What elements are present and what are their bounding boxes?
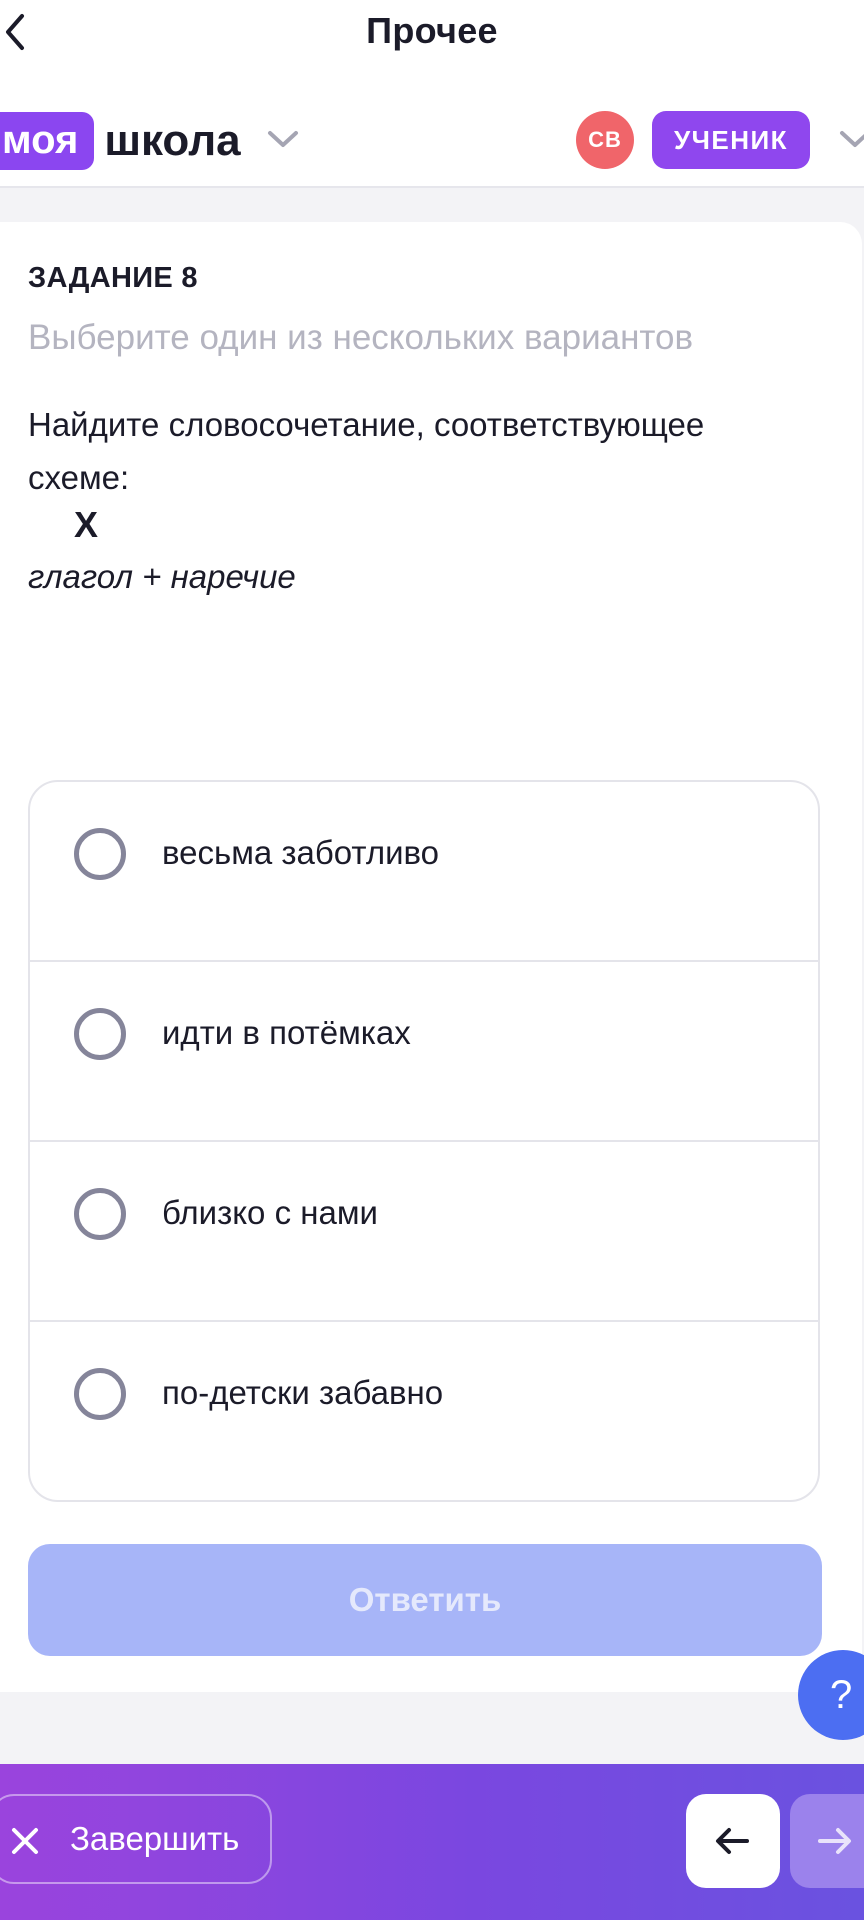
task-hint: Выберите один из нескольких вариантов <box>28 318 694 357</box>
page-title: Прочее <box>366 10 498 51</box>
finish-button[interactable]: Завершить <box>0 1794 272 1884</box>
arrow-left-icon <box>716 1828 749 1854</box>
option-label: идти в потёмках <box>162 1014 411 1051</box>
radio-button[interactable] <box>74 828 126 880</box>
bottom-bar: Завершить <box>0 1764 864 1920</box>
task-number: ЗАДАНИЕ 8 <box>28 262 198 294</box>
scheme-marker: X <box>74 504 99 545</box>
top-bar: Прочее моя школа СВ УЧЕНИК <box>0 0 864 188</box>
answer-options: весьма заботливо идти в потёмках близко … <box>28 780 820 1502</box>
radio-button[interactable] <box>74 1368 126 1420</box>
radio-button[interactable] <box>74 1008 126 1060</box>
chevron-down-icon <box>840 131 864 147</box>
avatar[interactable]: СВ <box>576 111 634 169</box>
close-icon <box>12 1828 38 1854</box>
answer-option[interactable]: идти в потёмках <box>30 962 818 1142</box>
answer-option[interactable]: близко с нами <box>30 1142 818 1322</box>
chevron-down-icon <box>268 131 298 147</box>
option-label: по-детски забавно <box>162 1374 444 1411</box>
school-dropdown[interactable] <box>266 128 300 155</box>
scheme-text: глагол + наречие <box>28 558 296 595</box>
arrow-right-icon <box>818 1828 851 1854</box>
previous-button[interactable] <box>686 1794 780 1888</box>
option-label: близко с нами <box>162 1194 378 1231</box>
radio-button[interactable] <box>74 1188 126 1240</box>
role-badge[interactable]: УЧЕНИК <box>652 111 810 169</box>
finish-label: Завершить <box>70 1820 240 1857</box>
option-label: весьма заботливо <box>162 834 440 871</box>
logo-part-moya: моя <box>0 112 95 170</box>
logo-part-shkola: школа <box>104 116 241 165</box>
answer-option[interactable]: весьма заботливо <box>30 782 818 962</box>
help-icon: ? <box>830 1672 853 1717</box>
question-text: Найдите словосочетание, соответствующее … <box>28 406 705 496</box>
role-dropdown[interactable] <box>838 128 864 155</box>
answer-option[interactable]: по-детски забавно <box>30 1322 818 1500</box>
next-button[interactable] <box>790 1794 864 1888</box>
school-logo: моя школа <box>0 112 241 170</box>
answer-button[interactable]: Ответить <box>28 1544 822 1656</box>
